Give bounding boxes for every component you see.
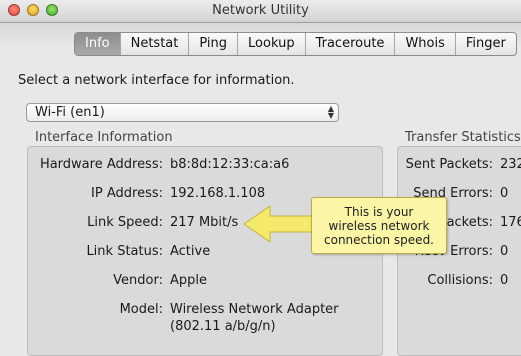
model-value-detail: (802.11 a/b/g/n): [170, 319, 276, 334]
recv-packets-value: 176: [500, 215, 521, 230]
interface-select-value: Wi-Fi (en1): [35, 105, 105, 120]
window-title: Network Utility: [212, 3, 309, 18]
tab-whois[interactable]: Whois: [394, 33, 454, 55]
interface-info-heading: Interface Information: [35, 130, 173, 145]
callout-line-2: wireless network: [328, 219, 430, 233]
ip-address-label: IP Address:: [91, 186, 163, 201]
callout-line-1: This is your: [344, 205, 414, 219]
transfer-stats-heading: Transfer Statistics: [405, 130, 521, 145]
sent-packets-label: Sent Packets:: [405, 157, 493, 172]
tab-netstat[interactable]: Netstat: [119, 33, 189, 55]
tab-info[interactable]: Info: [75, 33, 120, 55]
tab-bar: Info Netstat Ping Lookup Traceroute Whoi…: [74, 32, 517, 56]
interface-select[interactable]: Wi-Fi (en1) ▲ ▼: [26, 103, 339, 122]
link-speed-value: 217 Mbit/s: [170, 215, 239, 230]
vendor-value: Apple: [170, 273, 208, 288]
collisions-value: 0: [500, 273, 509, 288]
model-value: Wireless Network Adapter: [170, 302, 339, 317]
hardware-address-value: b8:8d:12:33:ca:a6: [170, 157, 290, 172]
link-status-value: Active: [170, 244, 211, 259]
title-bar[interactable]: Network Utility: [0, 0, 521, 23]
tab-traceroute[interactable]: Traceroute: [304, 33, 395, 55]
ip-address-value: 192.168.1.108: [170, 186, 266, 201]
interface-prompt: Select a network interface for informati…: [18, 73, 295, 88]
model-label: Model:: [119, 302, 163, 317]
vendor-label: Vendor:: [113, 273, 163, 288]
hardware-address-label: Hardware Address:: [39, 157, 163, 172]
link-status-label: Link Status:: [86, 244, 163, 259]
link-speed-label: Link Speed:: [87, 215, 163, 230]
collisions-label: Collisions:: [427, 273, 493, 288]
updown-arrows-icon: ▲ ▼: [327, 104, 334, 120]
callout-box: This is your wireless network connection…: [311, 197, 447, 254]
send-errors-value: 0: [500, 186, 509, 201]
tab-ping[interactable]: Ping: [188, 33, 237, 55]
callout-arrow-icon: [243, 205, 314, 243]
tab-lookup[interactable]: Lookup: [237, 33, 305, 55]
tab-finger[interactable]: Finger: [454, 33, 516, 55]
callout-line-3: connection speed.: [324, 233, 434, 247]
sent-packets-value: 232: [500, 157, 521, 172]
recv-errors-value: 0: [500, 244, 509, 259]
